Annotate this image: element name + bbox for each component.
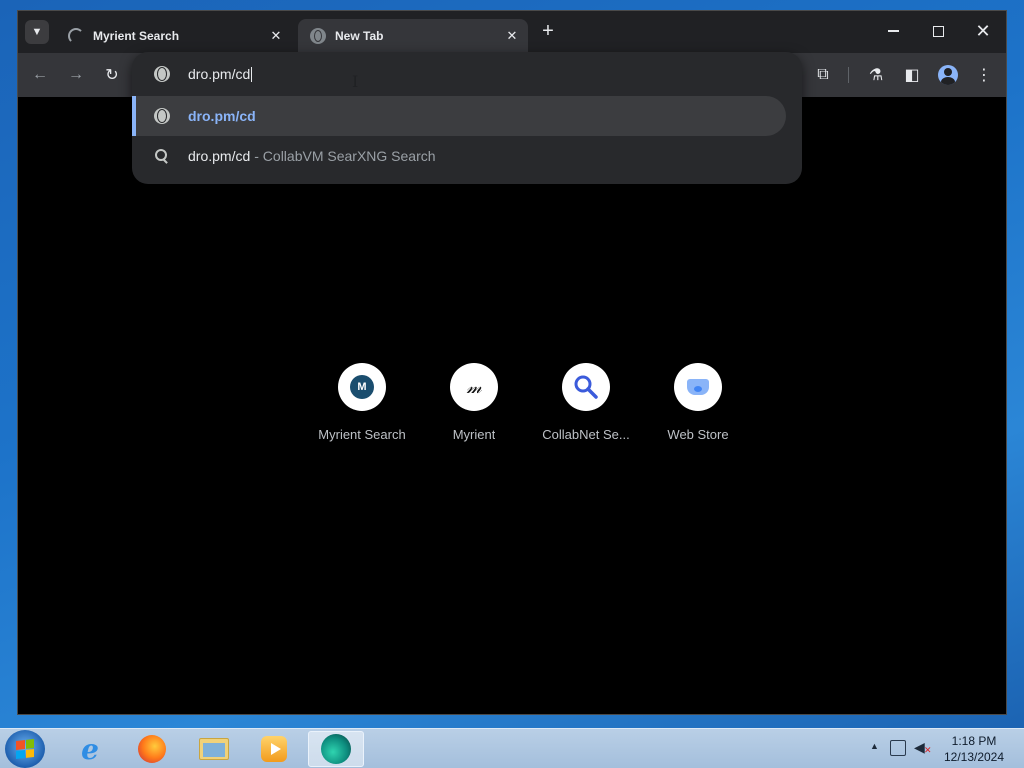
web-store-icon — [687, 379, 709, 395]
address-bar[interactable]: dro.pm/cd — [132, 52, 802, 96]
shortcut-label: Myrient — [452, 427, 496, 442]
text-cursor-icon: I — [352, 72, 359, 91]
suggestion-item[interactable]: dro.pm/cd — [132, 96, 786, 136]
show-hidden-icons-button[interactable]: ▲ — [870, 741, 879, 751]
shortcut-tile[interactable]: M — [338, 363, 386, 411]
minimize-button[interactable] — [871, 17, 915, 45]
shortcut-myrient-search[interactable]: M Myrient Search — [306, 363, 418, 459]
myrient-icon: 𝓂 — [466, 376, 482, 398]
globe-icon — [154, 66, 170, 82]
menu-button[interactable]: ⋮ — [972, 63, 996, 87]
address-text: dro.pm/cd — [188, 65, 251, 82]
reload-icon: ↻ — [105, 67, 119, 84]
text-caret — [251, 67, 253, 83]
taskbar-app-internet-explorer[interactable]: e — [62, 731, 118, 767]
taskbar-app-browser[interactable] — [308, 731, 364, 767]
suggestion-text: dro.pm/cd — [188, 148, 251, 164]
globe-icon — [154, 108, 170, 124]
maximize-icon — [932, 25, 944, 37]
shortcut-tile[interactable] — [562, 363, 610, 411]
tab-myrient-search[interactable]: Myrient Search ✕ — [56, 19, 292, 53]
tab-new-tab[interactable]: New Tab ✕ — [298, 19, 528, 53]
close-icon: ✕ — [975, 20, 991, 41]
minimize-icon — [887, 30, 899, 32]
taskbar-app-firefox[interactable] — [124, 731, 180, 767]
tab-strip: ▼ Myrient Search ✕ New Tab ✕ + ✕ — [18, 11, 1006, 53]
network-icon[interactable] — [890, 740, 906, 756]
suggestion-item[interactable]: dro.pm/cd - CollabVM SearXNG Search — [132, 136, 786, 176]
tab-close-button[interactable]: ✕ — [266, 28, 286, 44]
firefox-icon — [138, 735, 166, 763]
new-tab-button[interactable]: + — [538, 21, 558, 41]
side-panel-button[interactable]: ◧ — [900, 63, 924, 87]
avatar-icon — [938, 65, 958, 85]
clock-date: 12/13/2024 — [943, 750, 1005, 764]
search-icon — [154, 148, 170, 164]
close-window-button[interactable]: ✕ — [961, 17, 1005, 45]
taskbar-app-file-explorer[interactable] — [186, 731, 242, 767]
loading-spinner-icon — [68, 28, 84, 44]
taskbar: e ▲ ◀ ✕ 1:18 PM 12/13/2024 — [0, 728, 1024, 768]
taskbar-app-media-player[interactable] — [246, 731, 302, 767]
media-player-icon — [261, 736, 287, 762]
side-panel-icon: ◧ — [904, 67, 920, 84]
extensions-button[interactable]: ⧉ — [811, 63, 835, 87]
toolbar-divider — [848, 67, 849, 83]
address-input[interactable]: dro.pm/cd — [188, 65, 253, 83]
tab-title: New Tab — [335, 29, 384, 43]
clock-time: 1:18 PM — [951, 734, 997, 748]
tab-search-button[interactable]: ▼ — [25, 20, 49, 44]
shortcut-label: Web Store — [667, 427, 729, 442]
more-vert-icon: ⋮ — [976, 67, 992, 84]
internet-explorer-icon: e — [81, 732, 99, 766]
suggestion-description: - CollabVM SearXNG Search — [254, 148, 436, 164]
globe-icon — [310, 28, 326, 44]
shortcut-tile[interactable]: 𝓂 — [450, 363, 498, 411]
suggestion-text: dro.pm/cd — [188, 108, 256, 124]
shortcut-myrient[interactable]: 𝓂 Myrient — [418, 363, 530, 459]
back-button[interactable]: ← — [28, 63, 52, 87]
shortcut-label: Myrient Search — [318, 427, 406, 442]
chevron-down-icon: ▼ — [31, 26, 43, 38]
arrow-left-icon: ← — [32, 66, 48, 83]
muted-icon: ✕ — [924, 745, 932, 755]
flask-icon: ⚗ — [868, 67, 884, 84]
reload-button[interactable]: ↻ — [100, 63, 124, 87]
shortcut-label: CollabNet Se... — [542, 427, 630, 442]
myrient-search-icon: M — [350, 375, 374, 399]
tab-close-button[interactable]: ✕ — [502, 28, 522, 44]
shortcut-collabnet-search[interactable]: CollabNet Se... — [530, 363, 642, 459]
browser-icon — [321, 734, 351, 764]
system-clock[interactable]: 1:18 PM 12/13/2024 — [938, 733, 1010, 765]
tab-title: Myrient Search — [93, 29, 180, 43]
shortcut-tile[interactable] — [674, 363, 722, 411]
collabnet-search-icon — [574, 375, 598, 399]
profile-button[interactable] — [936, 63, 960, 87]
shortcut-web-store[interactable]: Web Store — [642, 363, 754, 459]
start-button[interactable] — [5, 730, 45, 768]
omnibox-dropdown: dro.pm/cd dro.pm/cd dro.pm/cd - CollabVM… — [132, 52, 802, 184]
puzzle-icon: ⧉ — [817, 66, 829, 83]
forward-button[interactable]: → — [64, 63, 88, 87]
arrow-right-icon: → — [68, 66, 84, 83]
file-explorer-icon — [199, 738, 229, 760]
maximize-button[interactable] — [916, 17, 960, 45]
labs-button[interactable]: ⚗ — [864, 63, 888, 87]
windows-logo-icon — [16, 739, 34, 759]
